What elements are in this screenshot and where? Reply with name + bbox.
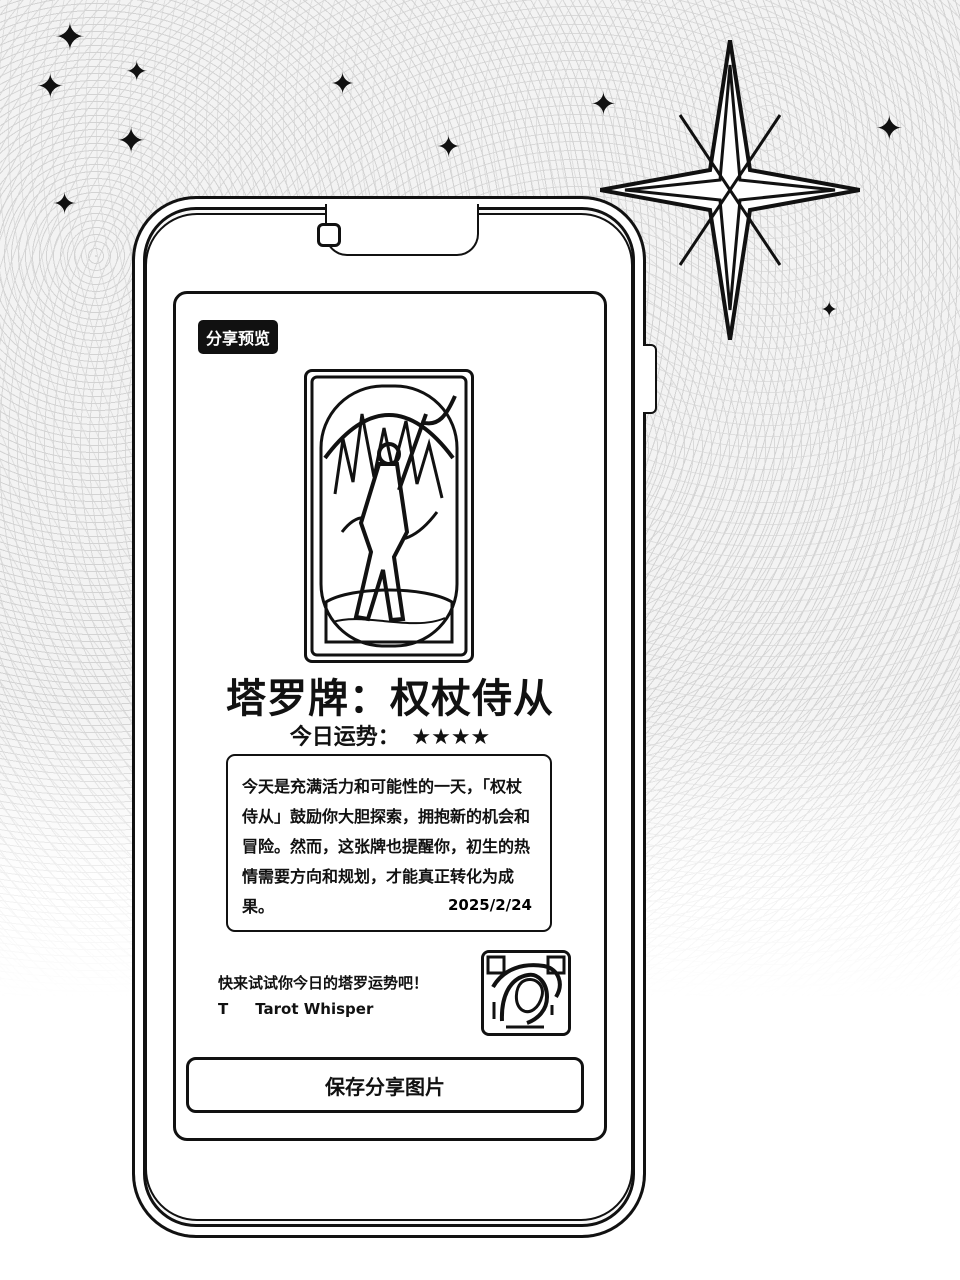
page-of-wands-illustration — [310, 375, 468, 657]
share-preview-screen: 分享预览 塔罗牌：权杖侍从 今日运势： ★★★★ 今天是充满活力和可能性的一天，… — [173, 291, 607, 1141]
sparkle-icon-4: ✦ — [116, 121, 147, 162]
app-brand: T Tarot Whisper — [218, 1000, 373, 1018]
phone-mockup-scene: ✦ ✦ ✦ ✦ ✦ ✦ ✦ ✦ ✦ ✦ 分享预览 塔罗牌：权杖侍从 今日运势： … — [0, 0, 960, 1280]
sparkle-icon-5: ✦ — [52, 187, 78, 222]
front-camera-icon — [317, 223, 341, 247]
brand-name: Tarot Whisper — [255, 1000, 374, 1018]
sparkle-icon-9: ✦ — [875, 109, 904, 149]
fortune-rating-row: 今日运势： ★★★★ — [176, 719, 604, 751]
phone-side-button — [643, 344, 657, 414]
reading-card: 今天是充满活力和可能性的一天，「权杖侍从」鼓励你大胆探索，拥抱新的机会和冒险。然… — [226, 754, 552, 932]
promo-text: 快来试试你今日的塔罗运势吧！ — [218, 974, 429, 992]
qr-code-icon — [481, 950, 571, 1036]
sparkle-icon-6: ✦ — [330, 67, 356, 102]
tarot-logo-icon: T — [218, 1000, 229, 1018]
reading-date: 2025/2/24 — [447, 896, 532, 914]
sparkle-icon-2: ✦ — [36, 67, 65, 107]
share-preview-badge: 分享预览 — [198, 320, 279, 354]
sparkle-icon-7: ✦ — [436, 130, 462, 165]
save-share-image-button[interactable]: 保存分享图片 — [186, 1057, 584, 1113]
tarot-card-title: 塔罗牌：权杖侍从 — [226, 676, 554, 722]
portrait-code-illustration — [484, 953, 568, 1033]
sparkle-icon-3: ✦ — [125, 55, 149, 88]
sparkle-icon-1: ✦ — [54, 15, 86, 59]
fortune-label: 今日运势： — [289, 725, 400, 750]
fortune-stars: ★★★★ — [411, 725, 491, 750]
phone-notch — [325, 204, 479, 256]
tarot-card-image — [304, 369, 474, 663]
phone-frame: 分享预览 塔罗牌：权杖侍从 今日运势： ★★★★ 今天是充满活力和可能性的一天，… — [132, 196, 657, 1238]
